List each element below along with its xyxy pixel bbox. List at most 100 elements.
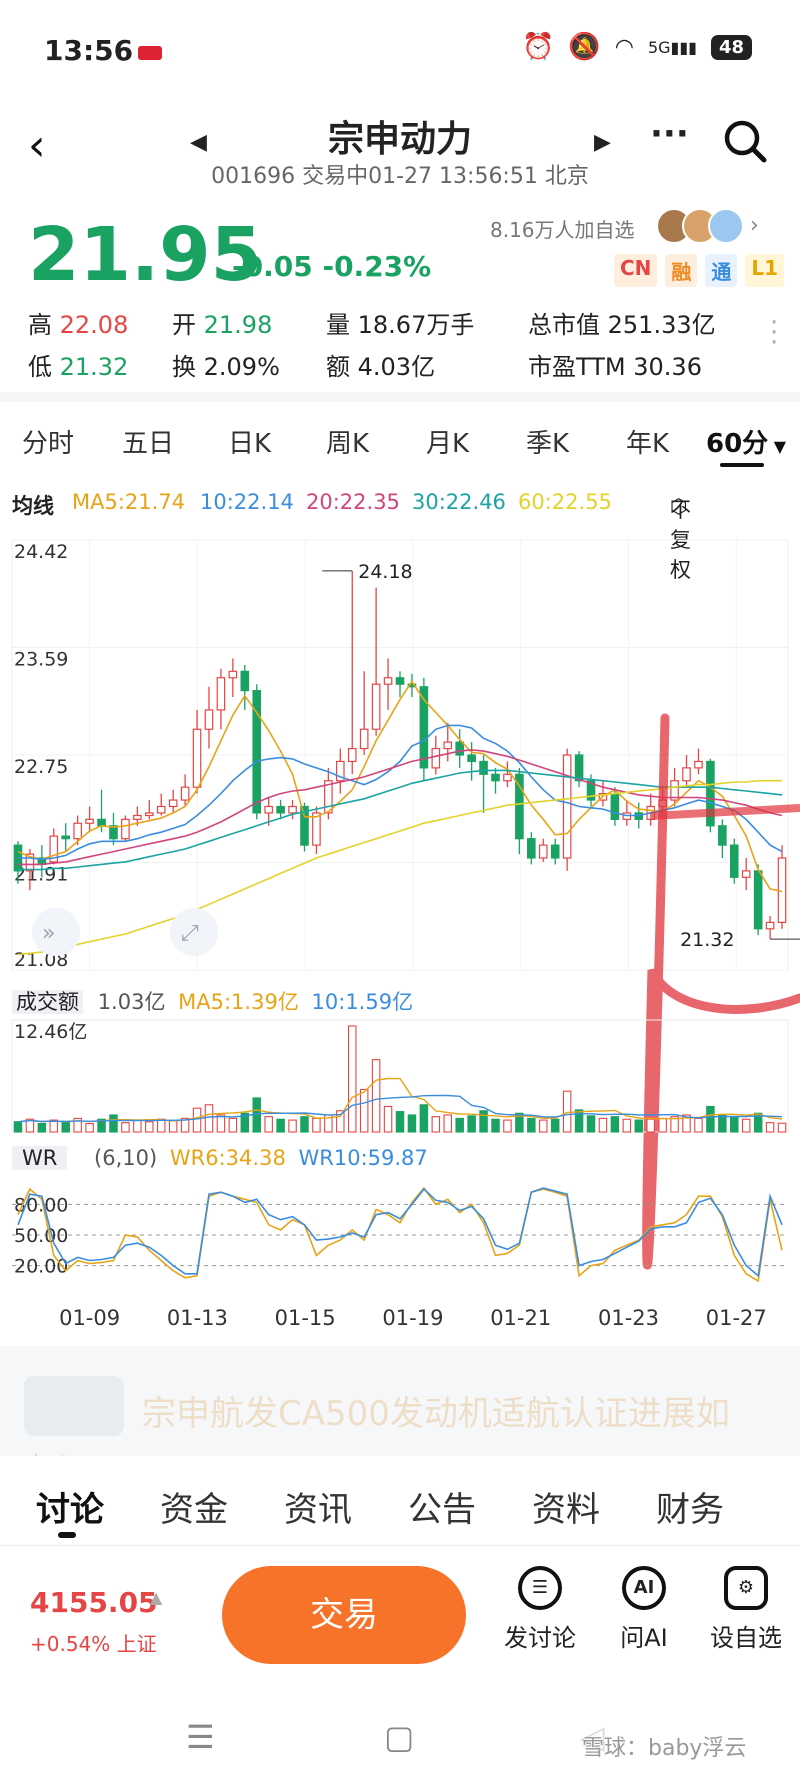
- candle-body: [347, 747, 357, 763]
- menu-icon[interactable]: ☰: [186, 1718, 215, 1756]
- volume-bar: [312, 1117, 321, 1133]
- volume-bar: [216, 1114, 226, 1133]
- signal-icon: 5G▮▮▮: [647, 37, 697, 57]
- tab-weekly[interactable]: 周K: [326, 423, 369, 460]
- badge-cn: CN: [614, 254, 658, 287]
- candle-body: [491, 773, 500, 782]
- volume-bar: [706, 1105, 715, 1133]
- stats-col-3: 量 18.67万手 额 4.03亿: [326, 311, 475, 381]
- tab-monthly[interactable]: 月K: [426, 423, 469, 460]
- chevron-right-icon[interactable]: ›: [750, 208, 770, 244]
- volume-bar: [407, 1114, 417, 1133]
- volume-bar: [371, 1059, 381, 1133]
- expand-left-button: [32, 908, 80, 956]
- period-tabs: 分时 五日 日K 周K 月K 季K 年K 60分 ▼: [0, 405, 800, 475]
- ask-ai-button[interactable]: AI 问AI: [594, 1566, 694, 1653]
- volume-bar: [730, 1116, 739, 1133]
- ma-legend-label[interactable]: 均线: [12, 490, 54, 520]
- last-price: 21.95: [28, 212, 263, 298]
- tab-news[interactable]: 资讯: [284, 1482, 352, 1531]
- candle-body: [85, 818, 94, 824]
- candle-body: [729, 844, 739, 878]
- candle-body: [431, 747, 441, 769]
- tab-discussion[interactable]: 讨论: [36, 1482, 104, 1531]
- more-icon[interactable]: ···: [650, 114, 689, 154]
- candle-body: [765, 921, 775, 930]
- stock-subtitle: 001696 交易中01-27 13:56:51 北京: [211, 164, 589, 189]
- ma10-legend: 10:22.14: [200, 490, 294, 514]
- candle-body: [61, 835, 71, 840]
- ma60-legend: 60:22.55: [518, 490, 612, 514]
- max-label: 24.18: [358, 561, 412, 583]
- more-stats-icon[interactable]: · · ·: [770, 310, 778, 356]
- volume-bar: [718, 1114, 727, 1133]
- next-stock-icon[interactable]: ▶: [594, 130, 611, 155]
- candle-body: [455, 741, 464, 756]
- watchlist-settings-button[interactable]: ⚙ 设自选: [696, 1566, 796, 1653]
- volume-bar: [347, 1025, 357, 1133]
- candle-body: [503, 773, 512, 782]
- volume-bar: [443, 1114, 453, 1133]
- news-banner[interactable]: 宗申航发CA500发动机适航认证进展如 何？: [0, 1346, 800, 1456]
- wifi-icon: ◠: [614, 34, 634, 60]
- kline-chart[interactable]: 24.4223.5922.7521.9121.0824.1821.32» ⤢12.…: [0, 520, 800, 1340]
- ai-icon: AI: [622, 1566, 666, 1610]
- candle-body: [383, 677, 393, 685]
- trade-bar: 4155.05 ▲ +0.54% 上证 交易 ☰ 发讨论 AI 问AI ⚙ 设自…: [0, 1546, 800, 1696]
- candle-body: [610, 793, 620, 820]
- candle-body: [527, 838, 536, 859]
- index-change[interactable]: +0.54% 上证: [30, 1628, 157, 1657]
- search-icon[interactable]: [722, 118, 768, 164]
- tab-financials[interactable]: 财务: [656, 1482, 724, 1531]
- volume-bar: [479, 1110, 488, 1133]
- volume-max-tick: 12.46亿: [14, 1021, 87, 1043]
- volume-bar: [156, 1118, 166, 1133]
- candle-body: [443, 741, 453, 750]
- index-value[interactable]: 4155.05: [30, 1586, 158, 1619]
- wr-tick-label: 20.00: [14, 1256, 68, 1278]
- tab-60min[interactable]: 60分 ▼: [706, 423, 786, 460]
- candle-body: [168, 799, 178, 808]
- system-nav-bar: ☰ ▢ ◁ 雪球：baby浮云: [0, 1700, 800, 1787]
- candle-body: [264, 805, 273, 814]
- amount-value: 4.03亿: [357, 353, 436, 381]
- volume-ma5: MA5:1.39亿: [178, 990, 299, 1014]
- candle-body: [180, 786, 190, 801]
- candle-body: [228, 670, 238, 679]
- home-icon[interactable]: ▢: [384, 1718, 414, 1756]
- status-time: 13:56: [44, 34, 134, 67]
- ma5-legend: MA5:21.74: [72, 490, 186, 514]
- price-tick-label: 24.42: [14, 541, 68, 563]
- tab-quarterly[interactable]: 季K: [526, 423, 569, 460]
- battery-icon: 48: [710, 34, 752, 60]
- volume-bar: [741, 1118, 751, 1133]
- candle-body: [538, 844, 548, 859]
- trade-button[interactable]: 交易: [222, 1566, 466, 1664]
- candle-body: [121, 818, 130, 840]
- news-headline-more: 何？: [28, 1446, 84, 1456]
- tab-announcements[interactable]: 公告: [408, 1482, 476, 1531]
- alarm-icon: ⏰: [521, 32, 555, 62]
- volume-bar: [359, 1088, 369, 1133]
- volume-label: 成交额: [12, 990, 83, 1014]
- post-discussion-button[interactable]: ☰ 发讨论: [490, 1566, 590, 1653]
- price-change: -0.05 -0.23%: [232, 250, 432, 283]
- x-axis-label: 01-19: [382, 1306, 443, 1330]
- candle-body: [216, 677, 226, 711]
- follower-avatars[interactable]: ›: [656, 208, 770, 244]
- wr-params: (6,10): [94, 1146, 158, 1170]
- tab-yearly[interactable]: 年K: [626, 423, 669, 460]
- candle-body: [192, 728, 202, 788]
- candle-body: [133, 814, 142, 820]
- tab-5day[interactable]: 五日: [122, 423, 174, 460]
- tab-funds[interactable]: 资金: [160, 1482, 228, 1531]
- tab-intraday[interactable]: 分时: [22, 423, 74, 460]
- volume-bar: [276, 1118, 285, 1133]
- active-tab-indicator: [720, 463, 764, 467]
- status-icons: ⏰ 🔕 ◠ 5G▮▮▮ 48: [522, 32, 752, 62]
- tab-profile[interactable]: 资料: [532, 1482, 600, 1531]
- candle-body: [753, 870, 763, 930]
- volume-value: 18.67万手: [357, 311, 475, 339]
- followers-count[interactable]: 8.16万人加自选: [490, 214, 635, 243]
- tab-daily[interactable]: 日K: [228, 423, 271, 460]
